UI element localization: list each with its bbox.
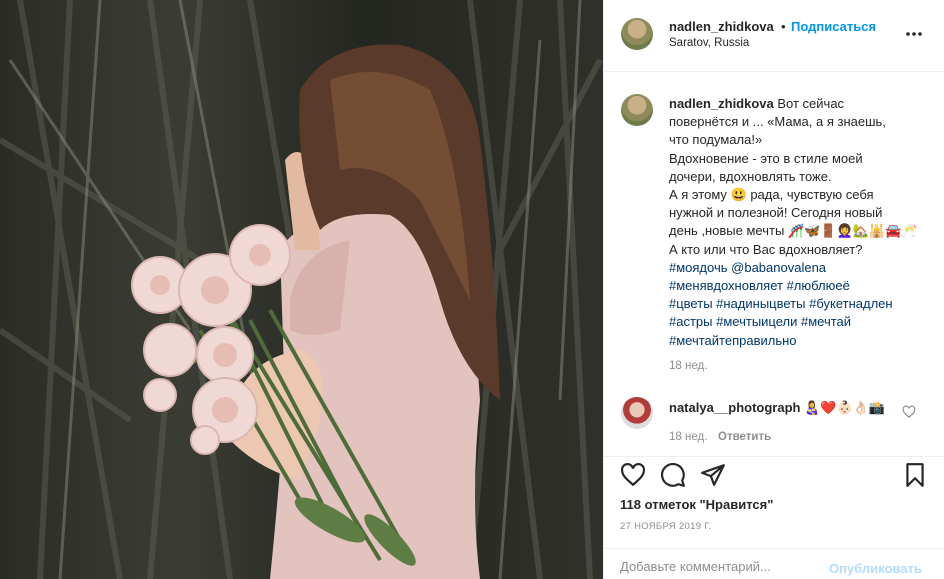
caption-line: дочери, вдохновлять тоже. — [669, 168, 832, 184]
caption-line: Вдохновение - это в стиле моей — [669, 150, 863, 166]
comment-text: 👩‍🍼❤️👶🏻👌🏻📸 — [804, 400, 886, 415]
hashtag-link[interactable]: #люблюеё — [787, 278, 850, 293]
post-location[interactable]: Saratov, Russia — [669, 37, 749, 49]
comment-like-heart-icon[interactable] — [902, 405, 916, 419]
follow-button[interactable]: Подписаться — [791, 19, 876, 34]
comment-icon[interactable] — [660, 462, 686, 488]
caption-line: день ,новые мечты 🎢🦋🚪👩‍🦱🏡🕌🚘🥂 — [669, 223, 918, 239]
hashtag-link[interactable]: #надиныцветы — [716, 296, 805, 311]
caption-line: А кто или что Вас вдохновляет? — [669, 241, 863, 257]
hashtag-link[interactable]: #моядочь — [669, 260, 728, 275]
reply-button[interactable]: Ответить — [718, 431, 771, 443]
author-username[interactable]: nadlen_zhidkova — [669, 19, 774, 34]
heart-icon[interactable] — [620, 462, 646, 488]
post-caption: nadlen_zhidkova Вот сейчас повернётся и … — [669, 95, 923, 350]
hashtag-link[interactable]: #букетнадлен — [809, 296, 892, 311]
post-side-panel: nadlen_zhidkova • Подписаться Saratov, R… — [603, 0, 944, 579]
author-avatar[interactable] — [621, 18, 653, 50]
share-icon[interactable] — [700, 462, 726, 488]
hashtag-link[interactable]: #цветы — [669, 296, 713, 311]
caption-line: А я этому 😃 рада, чувствую себя — [669, 187, 874, 203]
comments-section[interactable]: nadlen_zhidkova Вот сейчас повернётся и … — [604, 72, 944, 456]
post-photo[interactable] — [0, 0, 603, 579]
caption-line: Вот сейчас — [777, 96, 845, 111]
hashtag-link[interactable]: #менявдохновляет — [669, 278, 783, 293]
mention-link[interactable]: @babanovalena — [731, 260, 826, 275]
instagram-post: nadlen_zhidkova • Подписаться Saratov, R… — [0, 0, 944, 579]
post-actions: 118 отметок "Нравится" 27 НОЯБРЯ 2019 Г. — [604, 456, 944, 548]
caption-line: повернётся и ... «Мама, а я знаешь, — [669, 114, 886, 130]
add-comment-bar: Опубликовать — [604, 548, 944, 579]
caption-line: нужной и полезной! Сегодня новый — [669, 205, 883, 221]
caption-author-avatar[interactable] — [621, 94, 653, 126]
caption-line: что подумала!» — [669, 132, 763, 148]
post-header: nadlen_zhidkova • Подписаться Saratov, R… — [604, 0, 944, 72]
likes-count[interactable]: 118 отметок "Нравится" — [620, 497, 773, 512]
hashtag-link[interactable]: #мечтай — [801, 314, 851, 329]
hashtag-link[interactable]: #мечтыицели — [716, 314, 797, 329]
comment-time[interactable]: 18 нед. — [669, 431, 707, 443]
photo-illustration — [0, 0, 603, 579]
hashtag-link[interactable]: #мечтайтеправильно — [669, 333, 797, 348]
commenter-username[interactable]: natalya__photograph — [669, 400, 800, 415]
publish-button[interactable]: Опубликовать — [829, 561, 922, 576]
commenter-avatar[interactable] — [621, 397, 653, 429]
comment-input[interactable] — [620, 559, 820, 574]
more-horizontal-icon[interactable] — [904, 24, 924, 44]
bookmark-icon[interactable] — [902, 462, 928, 488]
hashtag-link[interactable]: #астры — [669, 314, 713, 329]
caption-time[interactable]: 18 нед. — [669, 360, 707, 372]
post-date[interactable]: 27 НОЯБРЯ 2019 Г. — [620, 521, 711, 532]
header-separator: • — [781, 19, 786, 34]
caption-username[interactable]: nadlen_zhidkova — [669, 96, 774, 111]
